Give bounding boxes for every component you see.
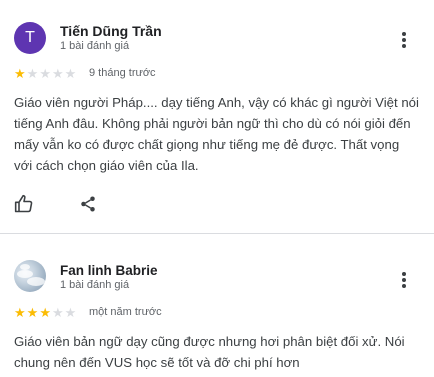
more-vert-icon: [402, 272, 406, 276]
avatar[interactable]: [14, 260, 46, 292]
avatar-letter: T: [25, 29, 35, 46]
more-options-button[interactable]: [396, 269, 412, 291]
star-empty-icon: ★: [26, 66, 39, 81]
reviewer-review-count[interactable]: 1 bài đánh giá: [60, 279, 129, 291]
star-empty-icon: ★: [64, 305, 77, 320]
more-vert-icon-dot: [402, 44, 406, 48]
share-button[interactable]: [77, 193, 99, 215]
review-text: Giáo viên bản ngữ dạy cũng được nhưng hơ…: [14, 334, 405, 370]
star-empty-icon: ★: [51, 66, 64, 81]
more-vert-icon: [402, 32, 406, 36]
more-vert-icon-dot: [402, 284, 406, 288]
avatar[interactable]: T: [14, 22, 46, 54]
review-date: một năm trước: [89, 306, 162, 318]
star-filled-icon: ★: [14, 305, 26, 320]
reviewer-name[interactable]: Tiến Dũng Trần: [60, 23, 162, 39]
review-date: 9 tháng trước: [89, 67, 156, 79]
reviewer-review-count[interactable]: 1 bài đánh giá: [60, 40, 129, 52]
avatar-cloud-shape: [20, 264, 30, 270]
star-rating: ★ ★ ★ ★ ★: [14, 306, 76, 319]
reviewer-name[interactable]: Fan linh Babrie: [60, 263, 158, 278]
star-empty-icon: ★: [39, 66, 51, 81]
more-options-button[interactable]: [396, 29, 412, 51]
star-empty-icon: ★: [51, 305, 64, 320]
star-filled-icon: ★: [14, 66, 26, 81]
review-text: Giáo viên người Pháp.... dạy tiếng Anh, …: [14, 95, 419, 173]
star-rating: ★ ★ ★ ★ ★: [14, 67, 76, 80]
review-divider: [0, 233, 434, 234]
review-card: Fan linh Babrie 1 bài đánh giá ★ ★ ★ ★ ★ một…: [0, 236, 434, 377]
more-vert-icon-dot: [402, 38, 406, 42]
star-empty-icon: ★: [64, 66, 77, 81]
more-vert-icon-dot: [402, 278, 406, 282]
star-filled-icon: ★: [26, 305, 39, 320]
thumbs-up-icon: [14, 194, 33, 213]
review-card: T Tiến Dũng Trần 1 bài đánh giá ★ ★ ★ ★ ★ 9 …: [0, 0, 434, 232]
like-button[interactable]: [13, 193, 35, 215]
share-icon: [81, 196, 95, 212]
avatar-cloud-shape: [27, 277, 45, 286]
star-filled-icon: ★: [39, 305, 51, 320]
